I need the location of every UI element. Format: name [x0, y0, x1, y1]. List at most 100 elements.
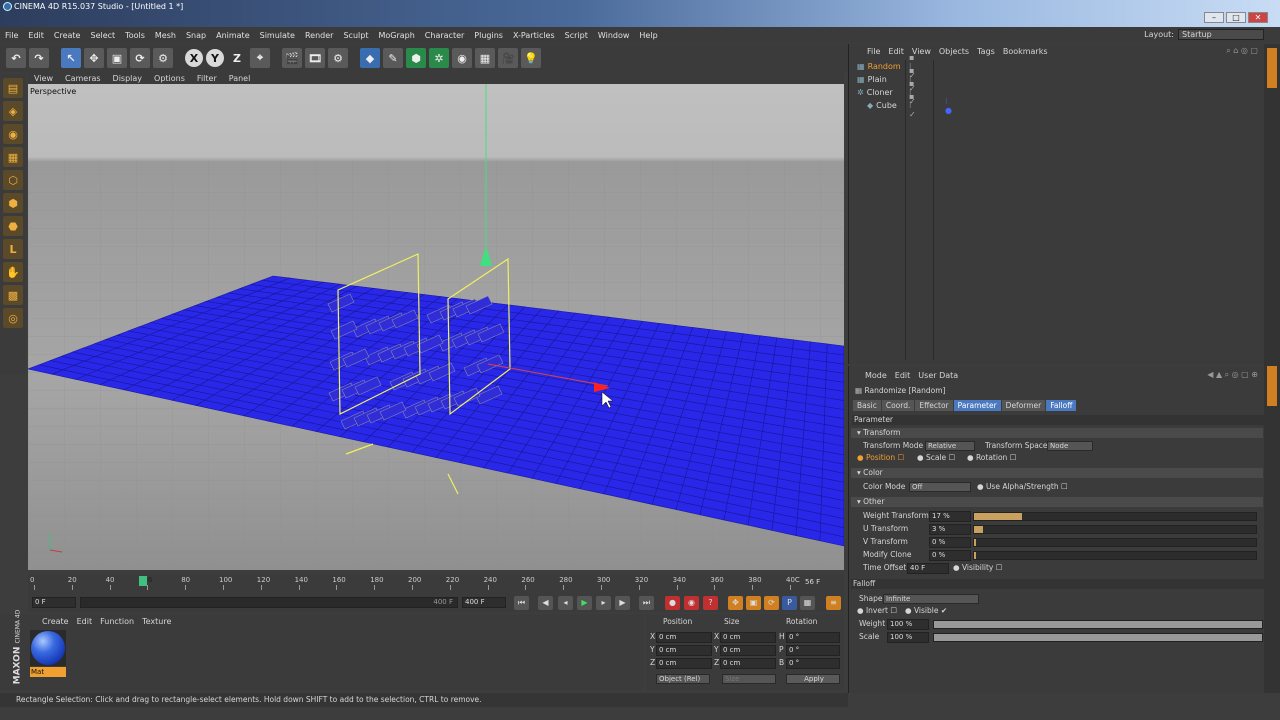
object-row-random[interactable]: ▦ Random ▪ ⁝ ✓: [857, 53, 916, 80]
falloff-scale-slider[interactable]: [933, 633, 1263, 642]
weight-transform-field[interactable]: 17 %: [929, 511, 971, 522]
tab-falloff[interactable]: Falloff: [1046, 400, 1077, 411]
menu-mesh[interactable]: Mesh: [150, 31, 181, 40]
coord-size-mode-dropdown[interactable]: Size: [722, 674, 776, 684]
modify-clone-field[interactable]: 0 %: [929, 550, 971, 561]
viewport-3d[interactable]: Perspective ✥ ⇕ ⤢ ▢: [28, 84, 844, 570]
size-x-field[interactable]: 0 cm: [720, 632, 776, 643]
record-icon[interactable]: ●: [665, 596, 680, 610]
size-y-field[interactable]: 0 cm: [720, 645, 776, 656]
material-menu-create[interactable]: Create: [38, 617, 73, 626]
move-icon[interactable]: ✥: [84, 48, 104, 68]
live-selection-icon[interactable]: ↖: [61, 48, 81, 68]
points-mode-icon[interactable]: ⬡: [3, 170, 23, 190]
keyframe-selection-icon[interactable]: ?: [703, 596, 718, 610]
position-y-field[interactable]: 0 cm: [656, 645, 712, 656]
transform-space-dropdown[interactable]: Node: [1047, 441, 1093, 451]
objects-menu-edit[interactable]: Edit: [884, 47, 908, 56]
u-transform-field[interactable]: 3 %: [929, 524, 971, 535]
viewport-menu-filter[interactable]: Filter: [191, 74, 223, 83]
menu-plugins[interactable]: Plugins: [469, 31, 508, 40]
spline-pen-icon[interactable]: ✎: [383, 48, 403, 68]
next-frame-icon[interactable]: ▸: [596, 596, 611, 610]
tab-effector[interactable]: Effector: [915, 400, 953, 411]
viewport-menu-cameras[interactable]: Cameras: [59, 74, 107, 83]
tab-coord[interactable]: Coord.: [881, 400, 915, 411]
rotation-checkbox[interactable]: ● Rotation ☐: [967, 453, 1016, 463]
coord-apply-button[interactable]: Apply: [786, 674, 840, 684]
menu-select[interactable]: Select: [85, 31, 120, 40]
objects-menu-tags[interactable]: Tags: [973, 47, 999, 56]
rotation-h-field[interactable]: 0 °: [786, 632, 840, 643]
color-section-header[interactable]: ▾ Color: [851, 468, 1263, 478]
maximize-button[interactable]: □: [1226, 12, 1246, 23]
material-tag-icon[interactable]: ⁝●: [945, 97, 952, 115]
key-pla-icon[interactable]: ▦: [800, 596, 815, 610]
viewport-menu-panel[interactable]: Panel: [223, 74, 257, 83]
time-offset-field[interactable]: 40 F: [907, 563, 949, 574]
object-row-cube[interactable]: ◆ Cube ▪ ⁝ ✓ ⁝●: [867, 92, 952, 119]
menu-file[interactable]: File: [0, 31, 23, 40]
floor-icon[interactable]: ▦: [475, 48, 495, 68]
deformer-icon[interactable]: ◉: [452, 48, 472, 68]
menu-window[interactable]: Window: [593, 31, 635, 40]
edges-mode-icon[interactable]: ⬢: [3, 193, 23, 213]
close-button[interactable]: ✕: [1248, 12, 1268, 23]
weight-transform-slider[interactable]: [973, 512, 1257, 521]
redo-icon[interactable]: ↷: [29, 48, 49, 68]
objects-search-icons[interactable]: ⌕ ⌂ ◎ ▢: [1226, 46, 1258, 56]
next-key-icon[interactable]: ▶: [615, 596, 630, 610]
attr-menu-edit[interactable]: Edit: [891, 371, 915, 380]
visibility-checkbox[interactable]: ● Visibility ☐: [953, 563, 1002, 573]
texture-mode-icon[interactable]: ◉: [3, 124, 23, 144]
transform-mode-dropdown[interactable]: Relative: [925, 441, 975, 451]
start-frame-field[interactable]: 0 F: [32, 597, 76, 608]
weight-slider[interactable]: [933, 620, 1263, 629]
rotate-icon[interactable]: ⟳: [130, 48, 150, 68]
invert-checkbox[interactable]: ● Invert ☐: [857, 606, 897, 616]
material-name[interactable]: Mat: [30, 667, 66, 677]
menu-script[interactable]: Script: [560, 31, 593, 40]
minimize-button[interactable]: –: [1204, 12, 1224, 23]
menu-render[interactable]: Render: [300, 31, 338, 40]
falloff-scale-field[interactable]: 100 %: [887, 632, 929, 643]
prev-key-icon[interactable]: ◀: [538, 596, 553, 610]
visibility-toggle-icon[interactable]: ▪ ⁝ ✓: [909, 92, 916, 119]
other-section-header[interactable]: ▾ Other: [851, 497, 1263, 507]
cloner-icon[interactable]: ✲: [429, 48, 449, 68]
layout-dropdown[interactable]: Startup: [1178, 29, 1264, 40]
workplane-lock-icon[interactable]: ◎: [3, 308, 23, 328]
size-z-field[interactable]: 0 cm: [720, 658, 776, 669]
menu-create[interactable]: Create: [49, 31, 86, 40]
material-menu-texture[interactable]: Texture: [138, 617, 175, 626]
camera-icon[interactable]: 🎥: [498, 48, 518, 68]
rotation-p-field[interactable]: 0 °: [786, 645, 840, 656]
go-to-end-icon[interactable]: ⏭: [639, 596, 654, 610]
menu-snap[interactable]: Snap: [181, 31, 211, 40]
tab-parameter[interactable]: Parameter: [953, 400, 1001, 411]
viewport-menu-view[interactable]: View: [28, 74, 59, 83]
render-picture-viewer-icon[interactable]: 🎞: [305, 48, 325, 68]
use-alpha-checkbox[interactable]: ● Use Alpha/Strength ☐: [977, 482, 1068, 492]
material-menu-function[interactable]: Function: [96, 617, 138, 626]
transform-section-header[interactable]: ▾ Transform: [851, 428, 1263, 438]
weight-field[interactable]: 100 %: [887, 619, 929, 630]
y-axis-icon[interactable]: Y: [206, 49, 224, 67]
shape-dropdown[interactable]: Infinite: [883, 594, 979, 604]
position-x-field[interactable]: 0 cm: [656, 632, 712, 643]
x-axis-icon[interactable]: X: [185, 49, 203, 67]
autokey-icon[interactable]: ◉: [684, 596, 699, 610]
workplane-icon[interactable]: ▦: [3, 147, 23, 167]
play-icon[interactable]: ▶: [577, 596, 592, 610]
end-frame-field[interactable]: 400 F: [462, 597, 506, 608]
menu-tools[interactable]: Tools: [120, 31, 150, 40]
key-rotation-icon[interactable]: ⟳: [764, 596, 779, 610]
rotation-b-field[interactable]: 0 °: [786, 658, 840, 669]
viewport-menu-options[interactable]: Options: [148, 74, 191, 83]
object-row-cloner[interactable]: ✲ Cloner ▪ ⁝ ✓: [857, 79, 916, 106]
position-checkbox[interactable]: ● Position ☐: [857, 453, 904, 463]
menu-edit[interactable]: Edit: [23, 31, 49, 40]
viewport-menu-display[interactable]: Display: [107, 74, 149, 83]
render-view-icon[interactable]: 🎬: [282, 48, 302, 68]
key-parameter-icon[interactable]: P: [782, 596, 797, 610]
